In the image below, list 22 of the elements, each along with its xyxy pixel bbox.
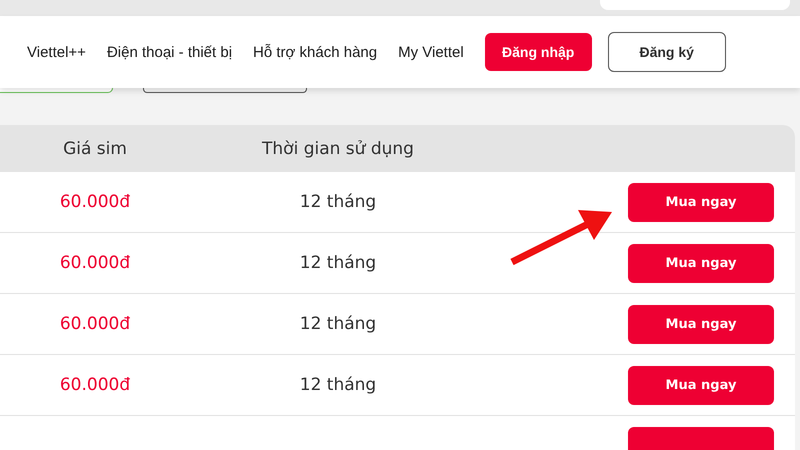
price-cell: 60.000đ [60,192,130,212]
search-field[interactable] [143,88,307,93]
duration-cell: 12 tháng [300,253,376,273]
column-header: Giá sim [63,138,127,158]
nav-link[interactable]: Điện thoại - thiết bị [106,44,232,60]
duration-cell: 12 tháng [300,314,376,334]
login-button[interactable]: Đăng nhập [484,33,592,71]
nav-link[interactable]: My Viettel [398,44,464,60]
duration-cell: 12 tháng [300,192,376,212]
buy-button[interactable]: Mua ngay [628,366,774,404]
buy-button[interactable]: Mua ngay [628,244,774,282]
price-cell: 60.000đ [60,314,130,334]
duration-cell: 12 tháng [300,375,376,395]
buy-button[interactable]: Mua ngay [628,182,774,222]
filter-field[interactable] [0,88,113,93]
nav-link[interactable]: Viettel++ [27,44,86,60]
buy-button[interactable]: Mua ngay [628,304,774,344]
column-header: Thời gian sử dụng [262,138,414,158]
price-cell: 60.000đ [60,375,130,395]
register-button[interactable]: Đăng ký [608,32,726,72]
price-cell: 60.000đ [60,253,130,273]
nav-link[interactable]: Hỗ trợ khách hàng [253,44,378,60]
